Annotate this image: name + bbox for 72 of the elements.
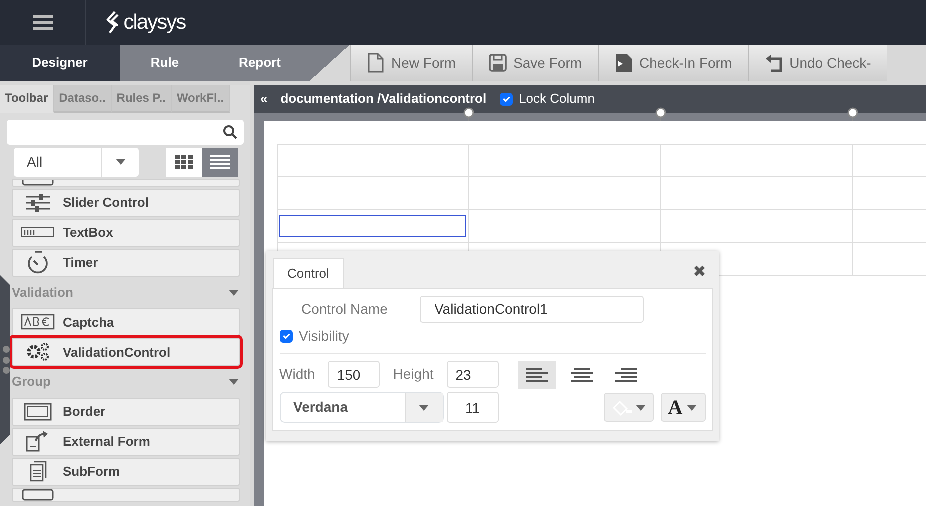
column-handle-icon[interactable] bbox=[655, 107, 667, 122]
caret-icon[interactable] bbox=[228, 288, 240, 296]
list-view-button[interactable] bbox=[202, 148, 238, 177]
tab[interactable]: Rule bbox=[120, 45, 210, 81]
align-left-icon bbox=[526, 368, 548, 382]
frame-icon bbox=[24, 402, 52, 421]
caret-icon bbox=[418, 404, 430, 412]
font-size-field[interactable]: 11 bbox=[446, 392, 499, 423]
slider-icon bbox=[25, 192, 51, 213]
panel-tab[interactable]: Toolbar bbox=[0, 85, 54, 113]
checkbox-label: Visibility bbox=[299, 326, 350, 346]
caret-icon bbox=[634, 404, 647, 412]
field-label: Control Name bbox=[300, 300, 389, 318]
toolbox-item[interactable]: ValidationControl bbox=[12, 338, 240, 366]
filter-dropdown[interactable]: All bbox=[14, 148, 139, 177]
caret-icon[interactable] bbox=[228, 378, 240, 386]
align-right-icon bbox=[615, 368, 638, 382]
control-name-field[interactable]: ValidationControl1 bbox=[420, 296, 644, 322]
caret-icon bbox=[114, 158, 126, 166]
toolbox-item[interactable]: Timer bbox=[12, 248, 240, 277]
toolbar-button[interactable]: Save Form bbox=[472, 45, 598, 81]
visibility-checkbox[interactable] bbox=[280, 330, 292, 343]
document-icon bbox=[367, 53, 385, 73]
tab[interactable]: Control bbox=[272, 258, 344, 288]
align-left-button[interactable] bbox=[518, 360, 556, 389]
toolbox-item[interactable] bbox=[12, 488, 240, 502]
toolbox-item[interactable]: External Form bbox=[12, 428, 240, 456]
document-arrow-icon bbox=[615, 53, 634, 73]
width-field[interactable]: 150 bbox=[328, 361, 380, 388]
grid-icon bbox=[175, 155, 193, 170]
field-label: Height bbox=[393, 365, 434, 384]
control-icon bbox=[22, 488, 54, 501]
toolbox-item[interactable]: Border bbox=[12, 398, 240, 426]
column-handle-icon[interactable] bbox=[847, 107, 859, 122]
captcha-icon bbox=[21, 314, 55, 330]
grid-view-button[interactable] bbox=[166, 148, 202, 177]
search-field[interactable] bbox=[6, 120, 244, 144]
logo-text: claysys bbox=[124, 10, 186, 36]
height-field[interactable]: 23 bbox=[446, 361, 499, 388]
documents-icon bbox=[29, 461, 47, 482]
textbox-icon bbox=[21, 227, 55, 238]
lock-column-checkbox[interactable] bbox=[500, 92, 513, 106]
gears-icon bbox=[26, 342, 50, 362]
toolbar-button[interactable]: New Form bbox=[350, 45, 472, 81]
toolbox-item[interactable]: TextBox bbox=[12, 218, 240, 247]
field-label: Width bbox=[280, 365, 316, 384]
tab[interactable]: Report bbox=[210, 45, 310, 81]
undo-icon bbox=[765, 54, 784, 72]
toolbox-item[interactable]: Slider Control bbox=[12, 188, 240, 217]
fill-color-button[interactable] bbox=[604, 393, 654, 422]
font-dropdown[interactable]: Verdana bbox=[280, 392, 444, 423]
menu-icon[interactable] bbox=[32, 15, 52, 30]
column-handle-icon[interactable] bbox=[463, 107, 475, 122]
form-arrow-icon bbox=[26, 431, 50, 452]
logo-icon bbox=[106, 11, 120, 34]
checkbox-label: Lock Column bbox=[519, 90, 595, 108]
collapse-button[interactable]: « bbox=[260, 89, 268, 109]
search-icon bbox=[223, 125, 237, 139]
toolbar-button[interactable]: Check-In Form bbox=[598, 45, 748, 81]
toolbox-item[interactable] bbox=[12, 178, 240, 187]
toolbox-item[interactable]: Captcha bbox=[12, 308, 240, 336]
caret-icon bbox=[686, 404, 698, 412]
stopwatch-icon bbox=[26, 250, 50, 275]
close-button[interactable]: ✖ bbox=[693, 260, 706, 285]
toolbox-item[interactable]: SubForm bbox=[12, 458, 240, 486]
list-icon bbox=[210, 155, 230, 170]
text-color-button[interactable]: A bbox=[660, 393, 706, 422]
tab[interactable]: Designer bbox=[0, 45, 120, 81]
align-center-icon bbox=[570, 368, 593, 382]
form-path: documentation /Validationcontrol bbox=[280, 90, 487, 108]
toolbar-button[interactable]: Undo Check- bbox=[748, 45, 888, 81]
selected-control[interactable] bbox=[279, 215, 466, 237]
